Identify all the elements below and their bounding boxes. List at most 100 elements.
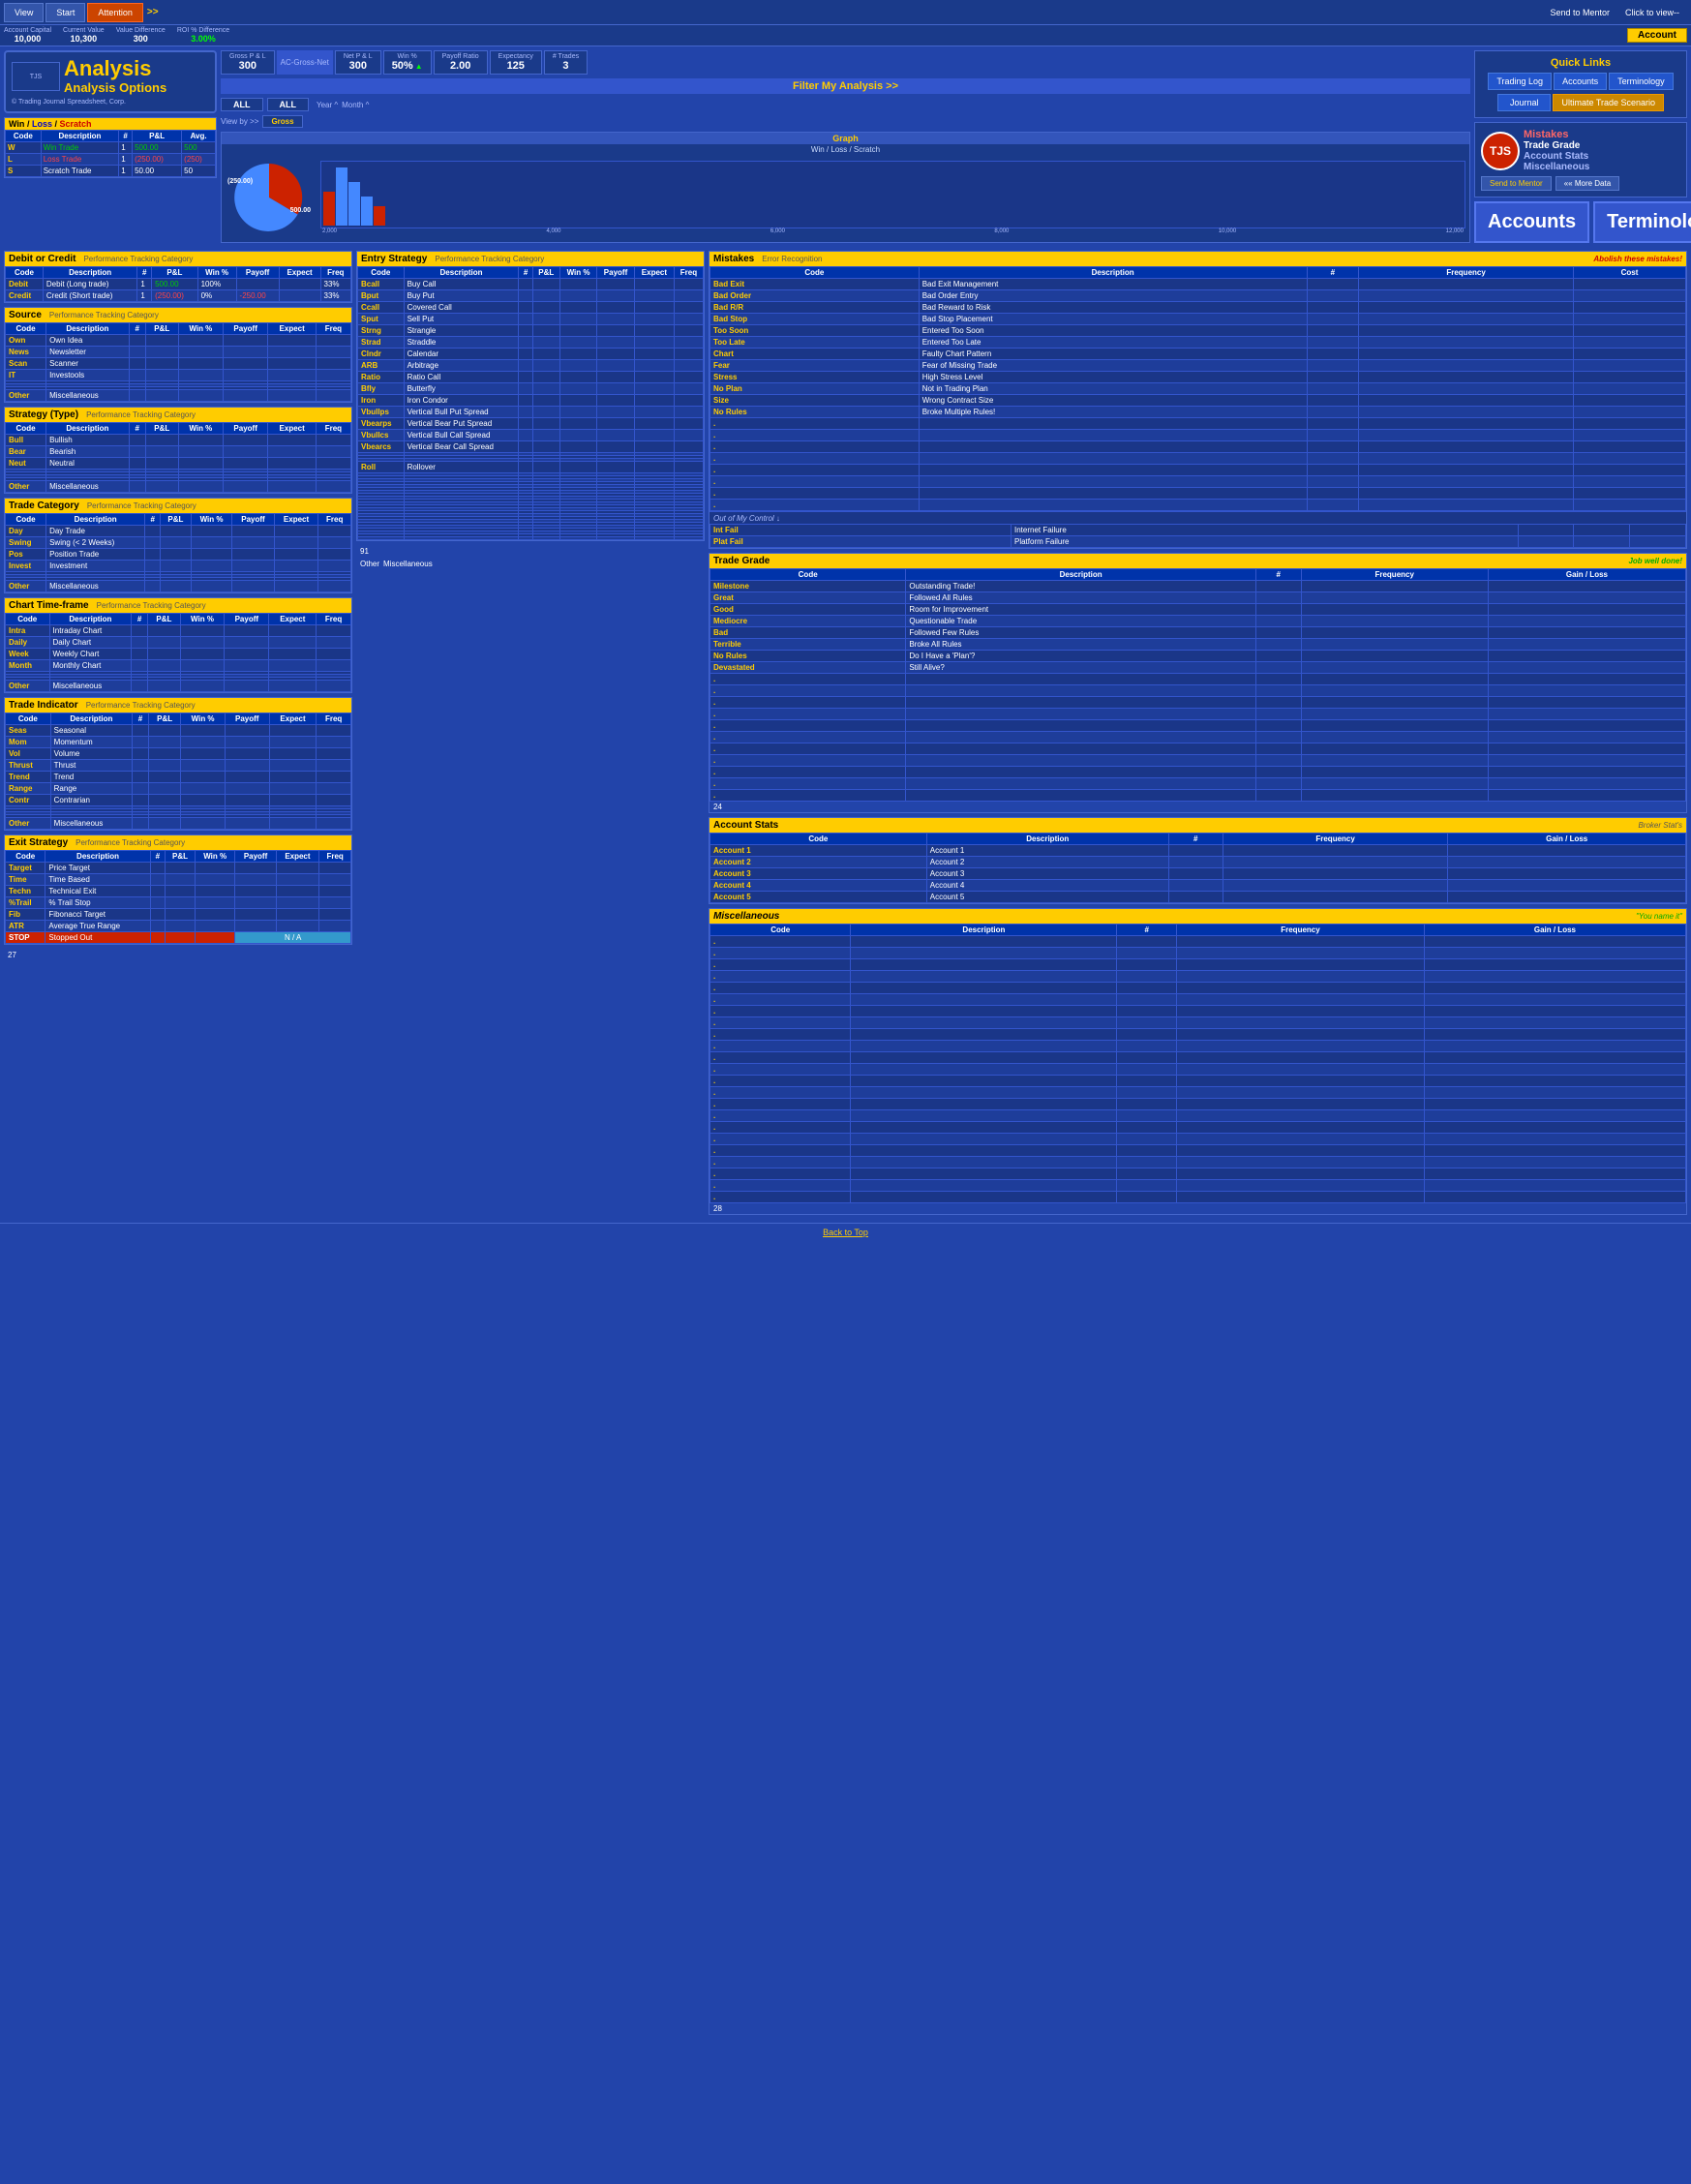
debit-credit-title: Debit or Credit [9,254,75,264]
current-value-value: 10,300 [71,34,98,44]
plat-fail-desc: Platform Failure [1011,536,1518,548]
account-stats-title: Account Stats [713,820,778,831]
chart-timeframe-subtitle: Performance Tracking Category [97,601,206,610]
payoff-label: Payoff Ratio [442,53,479,60]
exit-strategy-table: Code Description # P&L Win % Payoff Expe… [5,850,351,944]
trade-indicator-title: Trade Indicator [9,700,78,711]
source-subtitle: Performance Tracking Category [49,311,159,319]
account-stats-side-label: Account Stats [1524,151,1589,162]
year-label: Year ^ [317,101,338,109]
trade-grade-number: 24 [710,802,1686,812]
net-pnl-label: Net P & L [344,53,373,60]
click-to-view-label: Click to view-- [1625,8,1679,17]
graph-title: Graph [222,133,1469,144]
start-button[interactable]: Start [45,3,85,22]
misc-number: 28 [710,1203,1686,1214]
left-col-number: 27 [4,949,352,961]
account-capital-label: Account Capital [4,27,51,34]
month-label: Month ^ [342,101,369,109]
win-pct-label: Win % [392,53,423,60]
all-button-2[interactable]: ALL [267,98,310,111]
chart-timeframe-table: Code Description # P&L Win % Payoff Expe… [5,613,351,692]
source-title: Source [9,310,42,320]
graph-subtitle: Win / Loss / Scratch [222,144,1469,155]
debit-credit-subtitle: Performance Tracking Category [83,255,193,263]
trade-indicator-subtitle: Performance Tracking Category [86,701,196,710]
roi-value: 3.00% [191,34,216,44]
app-title: Analysis Options [64,81,166,95]
payoff-value: 2.00 [442,60,479,72]
mistakes-table: Code Description # Frequency Cost Bad Ex… [710,266,1686,511]
filter-analysis-button[interactable]: Filter My Analysis >> [793,80,898,92]
all-button-1[interactable]: ALL [221,98,263,111]
entry-footer-misc: Miscellaneous [383,560,433,568]
account-tab[interactable]: Account [1627,28,1687,43]
chart-timeframe-title: Chart Time-frame [9,600,89,611]
gross-view-button[interactable]: Gross [262,115,302,128]
trade-category-table: Code Description # P&L Win % Payoff Expe… [5,513,351,592]
accounts-button[interactable]: Accounts [1554,73,1607,90]
current-value-label: Current Value [63,27,105,34]
accounts-nav-tab[interactable]: Accounts [1474,201,1589,243]
strategy-table: Code Description # P&L Win % Payoff Expe… [5,422,351,493]
copyright-text: © Trading Journal Spreadsheet, Corp. [12,99,209,106]
net-pnl-value: 300 [344,60,373,72]
win-loss-header-l: Loss [32,119,52,129]
terminology-button[interactable]: Terminology [1609,73,1674,90]
terminology-tab-label: Terminology [1607,211,1691,233]
mistakes-subtitle: Error Recognition [762,255,822,263]
trade-grade-title: Trade Grade [713,556,770,566]
out-of-control-label: Out of My Control ↓ [713,514,780,523]
nav-arrow: >> [147,7,159,17]
account-stats-table: Code Description # Frequency Gain / Loss… [710,833,1686,903]
exit-strategy-subtitle: Performance Tracking Category [75,838,185,847]
win-loss-header-s: Scratch [60,119,92,129]
exit-strategy-title: Exit Strategy [9,837,68,848]
terminology-nav-tab[interactable]: Terminology [1593,201,1691,243]
entry-strategy-subtitle: Performance Tracking Category [435,255,544,263]
miscellaneous-title: Miscellaneous [713,911,779,922]
expectancy-value: 125 [498,60,533,72]
gross-pnl-value: 300 [229,60,266,72]
entry-footer-other: Other [360,560,379,568]
miscellaneous-table: Code Description # Frequency Gain / Loss… [710,924,1686,1203]
trades-label: # Trades [553,53,579,60]
attention-button[interactable]: Attention [87,3,143,22]
value-diff-label: Value Difference [116,27,166,34]
journal-button[interactable]: Journal [1497,94,1552,111]
source-table: Code Description # P&L Win % Payoff Expe… [5,322,351,402]
view-button[interactable]: View [4,3,44,22]
trade-category-subtitle: Performance Tracking Category [87,501,196,510]
accounts-tab-label: Accounts [1488,211,1576,233]
win-loss-table: Code Description # P&L Avg. W Win Trade … [5,130,216,177]
account-stats-subtitle: Broker Stat's [1638,821,1682,830]
trading-log-button[interactable]: Trading Log [1488,73,1552,90]
back-to-top-link[interactable]: Back to Top [823,1228,868,1237]
entry-footer-num: 91 [360,547,369,556]
app-subtitle: Analysis [64,58,166,79]
trade-grade-side-label: Trade Grade [1524,140,1589,151]
trade-indicator-table: Code Description # P&L Win % Payoff Expe… [5,713,351,830]
trade-category-title: Trade Category [9,500,79,511]
win-pct-value: 50% [392,60,413,72]
int-fail-desc: Internet Failure [1011,525,1518,536]
strategy-subtitle: Performance Tracking Category [86,410,196,419]
gross-pnl-label: Gross P & L [229,53,266,60]
send-to-mentor-button[interactable]: Send to Mentor [1481,176,1552,191]
strategy-title: Strategy (Type) [9,410,78,420]
miscellaneous-subtitle: "You name it" [1636,912,1682,921]
win-loss-header-w: Win [9,119,24,129]
entry-strategy-table: Code Description # P&L Win % Payoff Expe… [357,266,704,540]
mistakes-side-label: Mistakes [1524,129,1589,140]
more-data-button[interactable]: «« More Data [1555,176,1619,191]
int-fail-code: Int Fail [710,525,1012,536]
mistakes-title: Mistakes [713,254,754,264]
value-diff-value: 300 [134,34,148,44]
trade-grade-subtitle: Job well done! [1628,557,1682,565]
trade-grade-table: Code Description # Frequency Gain / Loss… [710,568,1686,802]
ultimate-button[interactable]: Ultimate Trade Scenario [1553,94,1664,111]
entry-strategy-title: Entry Strategy [361,254,427,264]
roi-label: ROI % Difference [177,27,229,34]
ac-gross-net-label: AC-Gross-Net [281,58,329,67]
trades-value: 3 [553,60,579,72]
